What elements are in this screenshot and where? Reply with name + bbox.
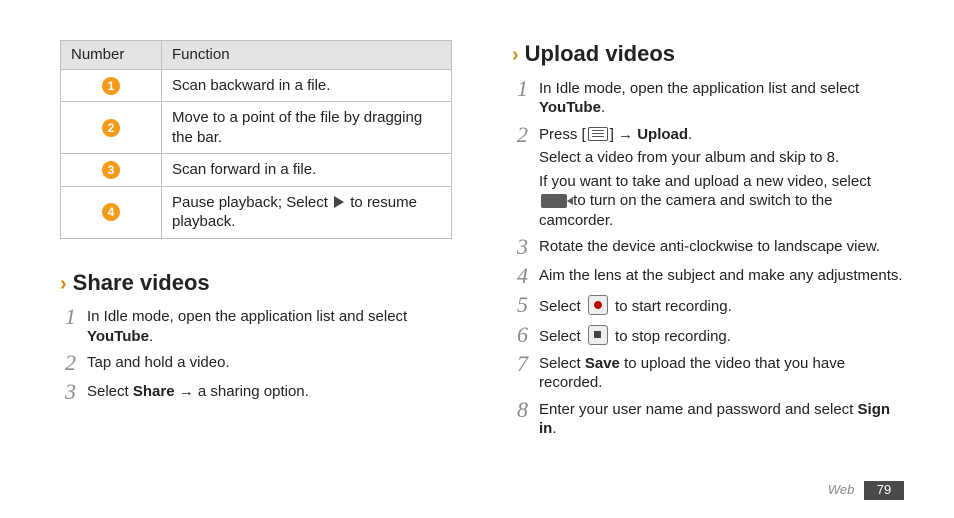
list-item: 6 Select to stop recording. <box>517 323 904 347</box>
list-item: 5 Select to start recording. <box>517 293 904 317</box>
step-number: 3 <box>517 235 539 259</box>
step-number: 7 <box>517 352 539 376</box>
step-number: 4 <box>517 264 539 288</box>
step-number: 2 <box>65 351 87 375</box>
func-cell: Move to a point of the file by dragging … <box>162 102 452 154</box>
step-body: Tap and hold a video. <box>87 351 452 373</box>
step-number: 1 <box>517 77 539 101</box>
stop-icon <box>588 325 608 345</box>
text-fragment: . <box>149 328 153 345</box>
table-row: 4 Pause playback; Select to resume playb… <box>61 186 452 238</box>
func-cell: Scan backward in a file. <box>162 69 452 102</box>
step-body: Select Share → a sharing option. <box>87 380 452 402</box>
list-item: 7 Select Save to upload the video that y… <box>517 352 904 393</box>
page-footer: Web 79 <box>828 481 904 500</box>
table-row: 1 Scan backward in a file. <box>61 69 452 102</box>
text-fragment: If you want to take and upload a new vid… <box>539 173 871 190</box>
menu-icon <box>588 127 608 141</box>
text-bold: YouTube <box>539 99 601 116</box>
record-icon <box>588 295 608 315</box>
text-bold: Upload <box>637 126 688 143</box>
text-fragment: Select <box>539 298 585 315</box>
func-cell: Scan forward in a file. <box>162 154 452 187</box>
text-fragment: . <box>601 99 605 116</box>
list-item: 3 Select Share → a sharing option. <box>65 380 452 404</box>
text-fragment: . <box>552 420 556 437</box>
list-item: 2 Tap and hold a video. <box>65 351 452 375</box>
numbered-circle-2-icon: 2 <box>102 119 120 137</box>
text-fragment: Select <box>539 328 585 345</box>
left-column: Number Function 1 Scan backward in a fil… <box>60 40 452 498</box>
numbered-circle-3-icon: 3 <box>102 161 120 179</box>
step-number: 3 <box>65 380 87 404</box>
text-fragment: ] → <box>610 126 638 143</box>
text-bold: Share <box>133 383 175 400</box>
section-title: Upload videos <box>525 41 675 66</box>
table-row: 3 Scan forward in a file. <box>61 154 452 187</box>
text-bold: Save <box>585 355 620 372</box>
th-function: Function <box>162 41 452 70</box>
step-body: Select to start recording. <box>539 293 904 317</box>
step-number: 1 <box>65 305 87 329</box>
text-fragment: Select <box>539 355 585 372</box>
chevron-icon: › <box>60 273 67 295</box>
text-fragment: Enter your user name and password and se… <box>539 401 858 418</box>
section-upload-videos: › Upload videos <box>512 40 904 69</box>
text-fragment: If you want to take and upload a new vid… <box>539 172 904 231</box>
th-number: Number <box>61 41 162 70</box>
function-table: Number Function 1 Scan backward in a fil… <box>60 40 452 239</box>
text-fragment: . <box>688 126 692 143</box>
step-body: Select Save to upload the video that you… <box>539 352 904 393</box>
list-item: 8 Enter your user name and password and … <box>517 398 904 439</box>
text-fragment: Pause playback; Select <box>172 194 332 211</box>
page-container: Number Function 1 Scan backward in a fil… <box>0 0 954 518</box>
list-item: 1 In Idle mode, open the application lis… <box>517 77 904 118</box>
step-number: 8 <box>517 398 539 422</box>
table-row: 2 Move to a point of the file by draggin… <box>61 102 452 154</box>
text-fragment: to turn on the camera and switch to the … <box>539 192 832 229</box>
section-title: Share videos <box>73 270 210 295</box>
text-fragment: In Idle mode, open the application list … <box>539 80 859 97</box>
chevron-icon: › <box>512 44 519 66</box>
step-body: Aim the lens at the subject and make any… <box>539 264 904 286</box>
text-fragment: to start recording. <box>611 298 732 315</box>
right-column: › Upload videos 1 In Idle mode, open the … <box>512 40 904 498</box>
step-number: 5 <box>517 293 539 317</box>
step-body: In Idle mode, open the application list … <box>87 305 452 346</box>
func-cell: Pause playback; Select to resume playbac… <box>162 186 452 238</box>
play-icon <box>334 196 344 208</box>
list-item: 1 In Idle mode, open the application lis… <box>65 305 452 346</box>
section-share-videos: › Share videos <box>60 269 452 298</box>
text-fragment: to stop recording. <box>611 328 731 345</box>
numbered-circle-4-icon: 4 <box>102 203 120 221</box>
text-fragment: Select a video from your album and skip … <box>539 148 904 168</box>
step-body: Rotate the device anti-clockwise to land… <box>539 235 904 257</box>
text-fragment: Press [ <box>539 126 586 143</box>
step-body: Press [ ] → Upload. Select a video from y… <box>539 123 904 231</box>
step-body: In Idle mode, open the application list … <box>539 77 904 118</box>
camcorder-icon <box>541 194 567 208</box>
step-number: 6 <box>517 323 539 347</box>
step-body: Enter your user name and password and se… <box>539 398 904 439</box>
footer-category: Web <box>828 482 855 497</box>
share-steps: 1 In Idle mode, open the application lis… <box>65 305 452 404</box>
list-item: 4 Aim the lens at the subject and make a… <box>517 264 904 288</box>
list-item: 2 Press [ ] → Upload. Select a video from… <box>517 123 904 231</box>
page-number: 79 <box>864 481 904 500</box>
text-fragment: In Idle mode, open the application list … <box>87 308 407 325</box>
step-number: 2 <box>517 123 539 147</box>
list-item: 3 Rotate the device anti-clockwise to la… <box>517 235 904 259</box>
text-fragment: Select <box>87 383 133 400</box>
upload-steps: 1 In Idle mode, open the application lis… <box>517 77 904 439</box>
text-bold: YouTube <box>87 328 149 345</box>
text-fragment: → a sharing option. <box>175 383 309 400</box>
numbered-circle-1-icon: 1 <box>102 77 120 95</box>
step-body: Select to stop recording. <box>539 323 904 347</box>
